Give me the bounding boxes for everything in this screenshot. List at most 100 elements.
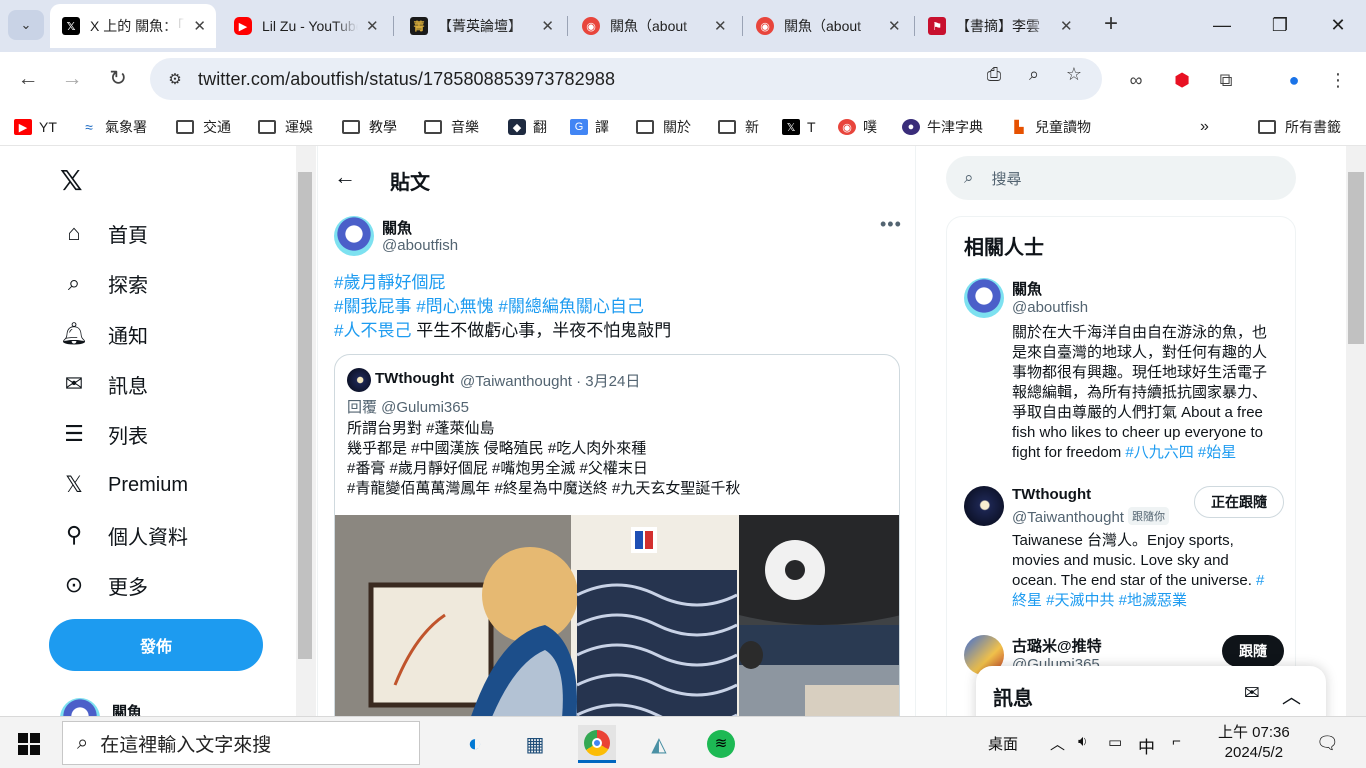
left-scrollbar[interactable] xyxy=(296,146,316,716)
taskbar-search-input[interactable]: 在這裡輸入文字來搜 xyxy=(100,730,271,757)
tab-aboutfish-2[interactable]: ◉ 關魚（about ✕ xyxy=(744,4,912,48)
minimize-button[interactable]: — xyxy=(1202,10,1242,40)
bookmark-folder-teaching[interactable]: 教學 xyxy=(342,116,397,138)
post-button[interactable]: 發佈 xyxy=(49,619,263,671)
x-logo-icon[interactable]: 𝕏 xyxy=(60,164,83,197)
close-tab-icon[interactable]: ✕ xyxy=(366,17,379,35)
bookmark-yt[interactable]: ▶ YT xyxy=(14,116,57,138)
close-window-button[interactable]: ✕ xyxy=(1318,10,1358,40)
bookmark-folder-entertainment[interactable]: 運娛 xyxy=(258,116,313,138)
install-app-icon[interactable]: ⎙ xyxy=(982,62,1006,86)
extensions-icon[interactable]: ⧉ xyxy=(1212,66,1240,94)
person-name[interactable]: 古璐米@推特 xyxy=(1012,635,1102,656)
close-tab-icon[interactable]: ✕ xyxy=(541,17,554,35)
volume-icon[interactable]: 🔉︎ xyxy=(1078,733,1087,750)
person-name[interactable]: TWthought xyxy=(1012,486,1091,503)
author-name[interactable]: 關魚 xyxy=(382,217,412,238)
bookmark-google-translate[interactable]: G譯 xyxy=(570,116,609,138)
hashtag-link[interactable]: #問心無愧 xyxy=(416,297,493,316)
avatar[interactable] xyxy=(964,486,1004,526)
bookmark-folder-new[interactable]: 新 xyxy=(718,116,759,138)
tab-search-button[interactable]: ⌄ xyxy=(8,10,44,40)
restore-button[interactable]: ❐ xyxy=(1260,10,1300,40)
sidebar-item-lists[interactable]: ☰ 列表 xyxy=(60,414,148,454)
author-avatar[interactable] xyxy=(334,216,374,256)
ime-mode-icon[interactable]: ⌐ xyxy=(1172,733,1181,750)
close-tab-icon[interactable]: ✕ xyxy=(714,17,727,35)
avatar[interactable] xyxy=(964,278,1004,318)
spotify-icon[interactable]: ≋ xyxy=(702,725,740,763)
ime-indicator[interactable]: 中 xyxy=(1138,733,1155,758)
notification-center-icon[interactable]: 🗨︎ xyxy=(1316,733,1339,754)
author-handle[interactable]: @aboutfish xyxy=(382,237,458,254)
new-message-icon[interactable]: ✉ xyxy=(1244,682,1260,705)
bookmark-folder-about[interactable]: 關於 xyxy=(636,116,691,138)
more-bookmarks-icon[interactable]: » xyxy=(1200,116,1209,138)
person-name[interactable]: 關魚 xyxy=(1012,278,1042,299)
tab-youtube[interactable]: ▶ Lil Zu - YouTube ✕ xyxy=(222,4,390,48)
more-options-icon[interactable]: ••• xyxy=(880,214,902,235)
page-scrollbar[interactable] xyxy=(1346,146,1366,716)
bookmark-star-icon[interactable]: ☆ xyxy=(1062,62,1086,86)
account-switcher[interactable]: 關魚 xyxy=(60,698,142,716)
adblock-icon[interactable]: ⬢ xyxy=(1168,66,1196,94)
url-text[interactable]: twitter.com/aboutfish/status/17858088539… xyxy=(198,69,615,90)
battery-icon[interactable]: ▭ xyxy=(1108,733,1122,751)
search-box[interactable]: ⌕ 搜尋 xyxy=(946,156,1296,200)
site-info-icon[interactable]: ⚙ xyxy=(160,70,190,88)
bookmark-folder-traffic[interactable]: 交通 xyxy=(176,116,231,138)
quote-photo[interactable] xyxy=(335,515,899,716)
close-tab-icon[interactable]: ✕ xyxy=(888,17,901,35)
expand-icon[interactable]: ︿ xyxy=(1282,682,1301,709)
bookmark-weather[interactable]: ≈ 氣象署 xyxy=(80,116,147,138)
bookmark-folder-music[interactable]: 音樂 xyxy=(424,116,479,138)
extension-glasses-icon[interactable]: ∞ xyxy=(1122,66,1150,94)
all-bookmarks[interactable]: 所有書籤 xyxy=(1258,116,1341,138)
related-person[interactable]: 關魚 @aboutfish 關於在大千海洋自由自在游泳的魚，也是來自臺灣的地球人… xyxy=(964,278,1284,468)
close-tab-icon[interactable]: ✕ xyxy=(1060,17,1073,35)
hashtag-link[interactable]: #關我屁事 xyxy=(334,297,411,316)
zoom-icon[interactable]: ⌕ xyxy=(1022,62,1046,86)
search-input[interactable]: 搜尋 xyxy=(992,168,1022,189)
hashtag-link[interactable]: #關總編魚關心自己 xyxy=(498,297,643,316)
sidebar-item-premium[interactable]: 𝕏 Premium xyxy=(60,465,188,505)
tab-forum[interactable]: 菁 【菁英論壇】 ✕ xyxy=(398,4,564,48)
sidebar-item-messages[interactable]: ✉ 訊息 xyxy=(60,364,148,404)
hashtag-link[interactable]: #歲月靜好個屁 xyxy=(334,273,445,292)
quoted-tweet[interactable]: TWthought @Taiwanthought · 3月24日 回覆 @Gul… xyxy=(334,354,900,716)
sidebar-item-notifications[interactable]: 🔔︎ 通知 xyxy=(60,314,148,354)
menu-icon[interactable]: ⋮ xyxy=(1324,66,1352,94)
edge-icon[interactable]: ◐ xyxy=(456,725,494,763)
sidebar-item-explore[interactable]: ⌕ 探索 xyxy=(60,263,148,303)
new-tab-button[interactable]: + xyxy=(1098,10,1124,40)
back-arrow-icon[interactable]: ← xyxy=(334,164,356,190)
tab-active[interactable]: 𝕏 X 上的 關魚：「 ✕ xyxy=(50,4,216,48)
sidebar-item-profile[interactable]: ⚲ 個人資料 xyxy=(60,515,188,555)
taskbar-search[interactable]: ⌕ 在這裡輸入文字來搜 xyxy=(62,721,420,765)
sidebar-item-more[interactable]: ⊙ 更多 xyxy=(60,565,148,605)
profile-icon[interactable]: ● xyxy=(1280,66,1308,94)
bookmark-x[interactable]: 𝕏T xyxy=(782,116,816,138)
messages-drawer[interactable]: 訊息 ✉ ︿ xyxy=(976,666,1326,716)
calculator-icon[interactable]: ▦ xyxy=(516,725,554,763)
bookmark-translate[interactable]: ◆ 翻 xyxy=(508,116,547,138)
tab-aboutfish-1[interactable]: ◉ 關魚（about ✕ xyxy=(570,4,740,48)
start-button[interactable] xyxy=(18,733,40,755)
reload-button[interactable]: ↻ xyxy=(104,66,132,94)
bookmark-plurk[interactable]: ◉ 噗 xyxy=(838,116,877,138)
tab-book-excerpt[interactable]: ⚑ 【書摘】李雲 ✕ xyxy=(916,4,1086,48)
close-tab-icon[interactable]: ✕ xyxy=(193,17,206,35)
address-bar[interactable]: ⚙ twitter.com/aboutfish/status/178580885… xyxy=(150,58,1102,100)
notes-icon[interactable]: ◭ xyxy=(640,725,678,763)
forward-button[interactable]: → xyxy=(58,66,86,94)
following-button[interactable]: 正在跟隨 xyxy=(1194,486,1284,518)
chrome-icon[interactable] xyxy=(578,725,616,763)
hashtag-link[interactable]: #人不畏己 xyxy=(334,321,411,340)
taskbar-clock[interactable]: 上午 07:36 2024/5/2 xyxy=(1218,723,1290,763)
sidebar-item-home[interactable]: ⌂ 首頁 xyxy=(60,213,148,253)
follow-button[interactable]: 跟隨 xyxy=(1222,635,1284,667)
related-person[interactable]: TWthought @Taiwanthought 跟隨你 正在跟隨 Taiwane… xyxy=(964,486,1284,616)
bookmark-oxford[interactable]: ● 牛津字典 xyxy=(902,116,983,138)
back-button[interactable]: ← xyxy=(14,66,42,94)
desktop-toolbar[interactable]: 桌面 xyxy=(988,733,1018,754)
